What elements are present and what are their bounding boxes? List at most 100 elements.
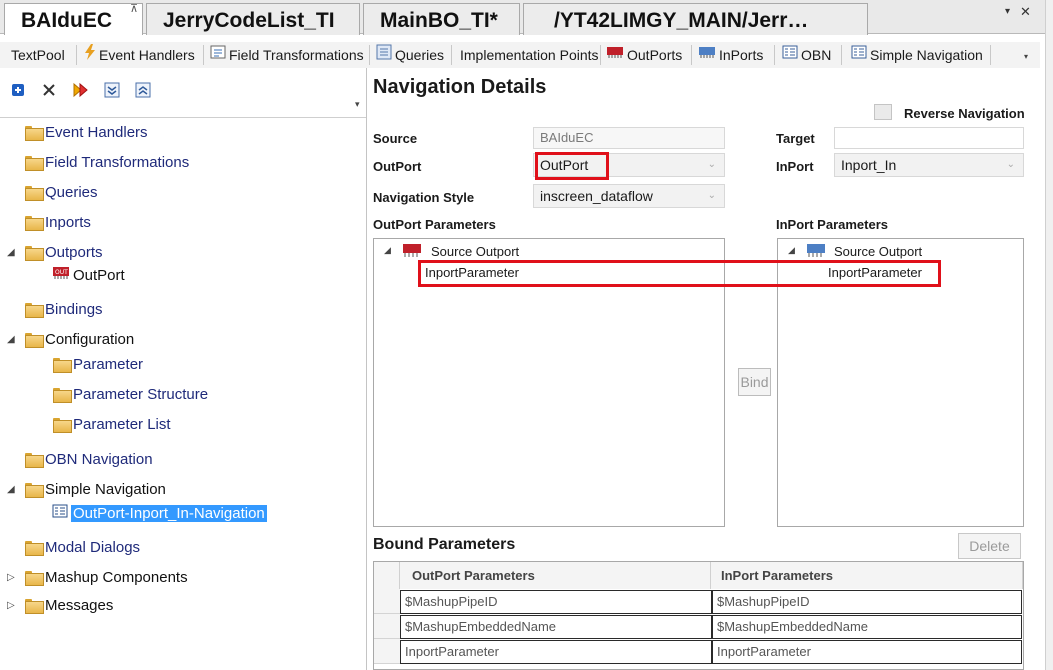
grid-cell-inport[interactable]: $MashupPipeID	[712, 590, 1022, 614]
toolbar-label: Queries	[395, 47, 445, 63]
lightning-icon	[84, 43, 96, 67]
tree-item-event-handlers[interactable]: Event Handlers	[25, 122, 148, 142]
navigation-style-value: inscreen_dataflow	[540, 188, 653, 204]
doc-tab-mainbo[interactable]: MainBO_TI*	[363, 3, 520, 35]
chevron-down-icon: ⌄	[707, 159, 716, 170]
transform-icon	[210, 43, 226, 67]
toolbar-queries[interactable]: Queries	[376, 42, 444, 68]
tree-item-modal-dialogs[interactable]: Modal Dialogs	[25, 537, 140, 557]
toolbar-event-handlers[interactable]: Event Handlers	[84, 42, 195, 68]
collapsed-arrow-icon[interactable]: ▷	[7, 600, 17, 611]
tree-item-messages[interactable]: ▷ Messages	[7, 595, 114, 615]
inport-tree-parameter[interactable]: InportParameter	[828, 265, 922, 280]
bound-parameters-grid: OutPort Parameters InPort Parameters $Ma…	[373, 561, 1024, 670]
tree-item-simple-navigation[interactable]: ◢ Simple Navigation	[7, 479, 166, 499]
tree-item-label: Field Transformations	[45, 153, 190, 171]
doc-tab-jerrycodelist[interactable]: JerryCodeList_TI	[146, 3, 360, 35]
expanded-arrow-icon[interactable]: ◢	[7, 334, 17, 345]
toolbar-textpool[interactable]: TextPool	[11, 42, 65, 68]
row-header[interactable]	[374, 639, 400, 664]
tree-item-parameter[interactable]: Parameter	[53, 354, 143, 374]
delete-icon[interactable]	[41, 82, 59, 100]
details-title: Navigation Details	[373, 76, 547, 98]
tree-item-mashup-components[interactable]: ▷ Mashup Components	[7, 567, 188, 587]
grid-cell-outport[interactable]: $MashupPipeID	[400, 590, 712, 614]
toolbar-field-transformations[interactable]: Field Transformations	[210, 42, 364, 68]
target-field[interactable]	[834, 127, 1024, 149]
tree-item-configuration[interactable]: ◢ Configuration	[7, 329, 134, 349]
close-icon[interactable]: ✕	[1020, 4, 1031, 20]
run-icon[interactable]	[72, 82, 90, 100]
tree-item-field-transformations[interactable]: Field Transformations	[25, 152, 189, 172]
tree-item-outport[interactable]: OUT OutPort	[52, 265, 125, 285]
toolbar-outports[interactable]: OutPorts	[606, 42, 682, 68]
toolbar-label: InPorts	[719, 47, 764, 63]
doc-tab-label: JerryCodeList_TI	[163, 9, 335, 32]
target-label: Target	[776, 131, 815, 146]
tree-item-label: Inports	[45, 213, 91, 231]
outport-tree-parameter[interactable]: InportParameter	[425, 265, 519, 280]
doc-tab-yt42limgy[interactable]: /YT42LIMGY_MAIN/Jerr…	[523, 3, 868, 35]
inport-label: InPort	[776, 159, 814, 174]
toolbar-inports[interactable]: InPorts	[698, 42, 763, 68]
tree-separator	[0, 117, 367, 118]
grid-cell-outport[interactable]: InportParameter	[400, 640, 712, 664]
app-window: BAIduEC ⊼ JerryCodeList_TI MainBO_TI* /Y…	[0, 0, 1053, 670]
tree-item-label: Parameter Structure	[73, 385, 209, 403]
toolbar-separator	[76, 45, 77, 65]
toolbar-separator	[841, 45, 842, 65]
inport-tree-root[interactable]: Source Outport	[834, 244, 922, 259]
tree-item-outport-inport-navigation[interactable]: OutPort-Inport_In-Navigation	[52, 503, 267, 523]
tree-item-label: Parameter	[73, 355, 144, 373]
row-header[interactable]	[374, 589, 400, 614]
expanded-arrow-icon[interactable]: ◢	[384, 245, 391, 256]
pin-icon[interactable]: ⊼	[130, 4, 138, 16]
panel-divider[interactable]	[366, 68, 367, 670]
collapsed-arrow-icon[interactable]: ▷	[7, 572, 17, 583]
expanded-arrow-icon[interactable]: ◢	[7, 484, 17, 495]
row-header[interactable]	[374, 614, 400, 639]
outport-tree-root[interactable]: Source Outport	[431, 244, 519, 259]
outport-parameters-tree: ◢ Source Outport InportParameter	[373, 238, 725, 527]
tree-item-parameter-structure[interactable]: Parameter Structure	[53, 384, 208, 404]
inport-select[interactable]: Inport_In ⌄	[834, 153, 1024, 177]
outport-select[interactable]: OutPort ⌄	[533, 153, 725, 177]
document-tab-strip: BAIduEC ⊼ JerryCodeList_TI MainBO_TI* /Y…	[0, 0, 1045, 35]
navigation-style-select[interactable]: inscreen_dataflow ⌄	[533, 184, 725, 208]
source-field[interactable]: BAIduEC	[533, 127, 725, 149]
reverse-navigation-checkbox[interactable]	[874, 104, 892, 120]
expanded-arrow-icon[interactable]: ◢	[7, 247, 17, 258]
tree-item-bindings[interactable]: Bindings	[25, 299, 103, 319]
grid-cell-inport[interactable]: $MashupEmbeddedName	[712, 615, 1022, 639]
grid-header-outport[interactable]: OutPort Parameters	[400, 562, 711, 589]
editor-toolbar: TextPool Event Handlers Field Transforma…	[0, 42, 1040, 68]
expanded-arrow-icon[interactable]: ◢	[788, 245, 795, 256]
toolbar-label: OutPorts	[627, 47, 683, 63]
toolbar-implementation-points[interactable]: Implementation Points	[460, 42, 599, 68]
tree-item-inports[interactable]: Inports	[25, 212, 91, 232]
toolbar-overflow-icon[interactable]: ▾	[1024, 52, 1028, 61]
folder-icon	[25, 185, 44, 201]
tab-overflow-icon[interactable]: ▾	[1005, 6, 1010, 17]
expand-all-icon[interactable]	[104, 82, 122, 100]
tree-item-obn-navigation[interactable]: OBN Navigation	[25, 449, 153, 469]
add-icon[interactable]	[10, 82, 28, 100]
toolbar-obn[interactable]: OBN	[782, 42, 831, 68]
grid-cell-outport[interactable]: $MashupEmbeddedName	[400, 615, 712, 639]
grid-cell-inport[interactable]: InportParameter	[712, 640, 1022, 664]
tree-item-label: Messages	[45, 596, 114, 614]
delete-button[interactable]: Delete	[958, 533, 1021, 559]
tree-item-parameter-list[interactable]: Parameter List	[53, 414, 171, 434]
tree-item-outports[interactable]: ◢ Outports	[7, 242, 103, 262]
toolbar-simple-navigation[interactable]: Simple Navigation	[851, 42, 983, 68]
bind-button[interactable]: Bind	[738, 368, 771, 396]
outport-icon: OUT	[52, 265, 70, 285]
doc-tab-baiduec[interactable]: BAIduEC ⊼	[4, 3, 143, 35]
tree-item-label: Simple Navigation	[45, 480, 166, 498]
folder-icon	[25, 125, 44, 141]
grid-header-inport[interactable]: InPort Parameters	[711, 562, 1023, 589]
chevron-down-icon: ⌄	[707, 190, 716, 201]
tree-item-queries[interactable]: Queries	[25, 182, 98, 202]
collapse-all-icon[interactable]	[135, 82, 153, 100]
tree-toolbar-overflow-icon[interactable]: ▾	[355, 99, 360, 110]
